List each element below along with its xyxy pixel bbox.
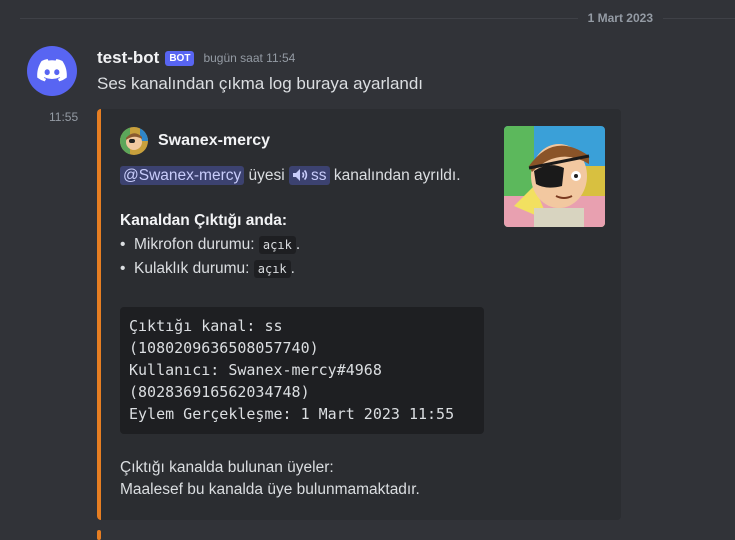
date-divider-label: 1 Mart 2023 — [577, 10, 663, 26]
code-line: Çıktığı kanal: ss — [129, 317, 283, 335]
members-heading: Çıktığı kanalda bulunan üyeler: — [120, 459, 334, 476]
bot-avatar[interactable] — [27, 46, 77, 96]
author-avatar[interactable] — [120, 127, 148, 155]
embed-description: @Swanex-mercy üyesi ss kanalından ayrıld… — [120, 165, 500, 187]
inline-code: açık — [258, 236, 296, 254]
username[interactable]: test-bot — [97, 48, 159, 68]
message-timestamp[interactable]: bugün saat 11:54 — [203, 51, 295, 65]
message-header: test-bot BOT bugün saat 11:54 — [97, 46, 295, 70]
bullet-icon: • — [120, 260, 126, 277]
code-line: (1080209636508057740) — [129, 339, 319, 357]
author-name[interactable]: Swanex-mercy — [158, 132, 270, 150]
bullet-label: Kulaklık durumu: — [134, 260, 254, 277]
message-content: Ses kanalından çıkma log buraya ayarland… — [97, 74, 424, 93]
status-list: • Mikrofon durumu: açık. • Kulaklık durumu… — [120, 233, 300, 281]
list-item: • Kulaklık durumu: açık. — [120, 257, 300, 281]
bullet-end: . — [295, 236, 301, 253]
inline-code: açık — [253, 260, 291, 278]
code-block[interactable]: Çıktığı kanal: ss (1080209636508057740) … — [120, 307, 484, 434]
embed-footer-text: Çıktığı kanalda bulunan üyeler: Maalesef… — [120, 457, 420, 501]
volume-icon — [293, 169, 308, 181]
desc-text-2: kanalından ayrıldı. — [329, 167, 461, 184]
bot-tag: BOT — [165, 50, 195, 66]
bullet-icon: • — [120, 236, 126, 253]
channel-mention[interactable]: ss — [289, 166, 330, 185]
members-empty-text: Maalesef bu kanalda üye bulunmamaktadır. — [120, 481, 420, 498]
discord-logo-icon — [37, 59, 67, 82]
bullet-end: . — [290, 260, 295, 277]
field-title: Kanaldan Çıktığı anda: — [120, 212, 288, 229]
user-mention[interactable]: @Swanex-mercy — [120, 166, 245, 185]
desc-text-1: üyesi — [244, 167, 290, 184]
code-line: (802836916562034748) — [129, 383, 310, 401]
code-line: Kullanıcı: Swanex-mercy#4968 — [129, 361, 382, 379]
next-embed-accent — [97, 530, 101, 540]
embed-author: Swanex-mercy — [120, 127, 270, 155]
embed-thumbnail[interactable] — [504, 126, 605, 227]
channel-name: ss — [311, 167, 327, 184]
bullet-label: Mikrofon durumu: — [134, 236, 259, 253]
code-line: Eylem Gerçekleşme: 1 Mart 2023 11:55 — [129, 405, 455, 423]
list-item: • Mikrofon durumu: açık. — [120, 233, 300, 257]
side-timestamp[interactable]: 11:55 — [49, 110, 78, 124]
embed: Swanex-mercy @Swanex-mercy üyesi ss kana… — [97, 109, 621, 520]
